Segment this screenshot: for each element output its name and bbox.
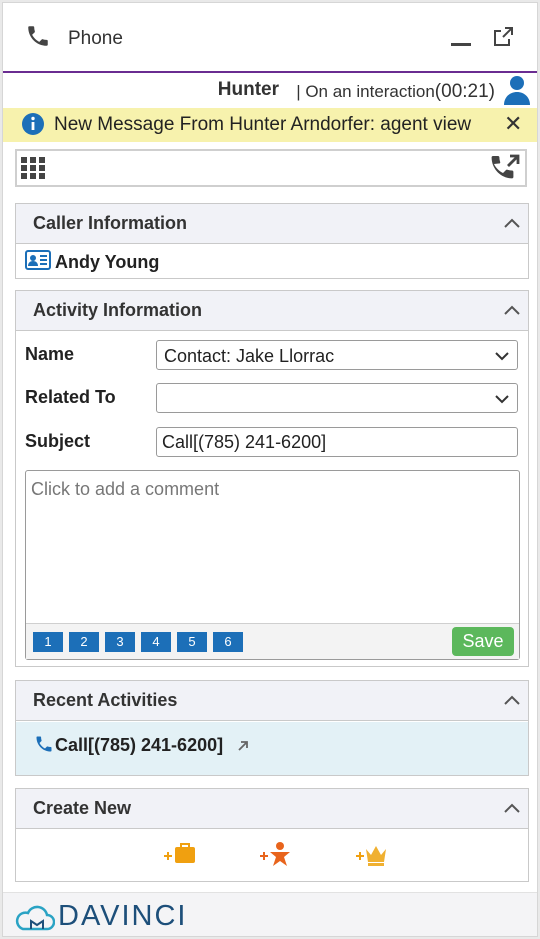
- pop-out-icon[interactable]: [491, 25, 515, 49]
- activity-information-title: Activity Information: [33, 300, 203, 320]
- transfer-call-icon[interactable]: [489, 153, 521, 183]
- caller-name[interactable]: Andy Young: [55, 252, 159, 273]
- recent-activity-label[interactable]: Call[(785) 241-6200]: [55, 735, 223, 756]
- name-select[interactable]: Contact: Jake Llorrac: [156, 340, 518, 370]
- chevron-down-icon: [495, 352, 509, 361]
- create-new-title: Create New: [33, 798, 132, 818]
- agent-status: | On an interaction(00:21): [296, 81, 495, 103]
- comment-textarea[interactable]: Click to add a comment 1 2 3 4 5 6 Save: [25, 470, 520, 660]
- caller-information-header[interactable]: Caller Information: [16, 204, 528, 244]
- title-bar: Phone: [3, 3, 537, 71]
- recent-activity-item[interactable]: Call[(785) 241-6200]: [16, 722, 528, 775]
- davinci-logo-text: DAVINCI: [58, 900, 188, 932]
- quick-comment-button-4[interactable]: 4: [141, 632, 171, 652]
- phone-icon: [28, 26, 48, 46]
- notification-message: New Message From Hunter Arndorfer: agent…: [54, 114, 472, 135]
- activity-information-header[interactable]: Activity Information: [16, 291, 528, 331]
- add-lead-icon[interactable]: [354, 841, 390, 867]
- quick-comment-button-3[interactable]: 3: [105, 632, 135, 652]
- subject-input[interactable]: Call[(785) 241-6200]: [156, 427, 518, 457]
- footer: DAVINCI: [3, 892, 537, 936]
- chevron-up-icon[interactable]: [504, 694, 520, 706]
- subject-label: Subject: [25, 431, 91, 451]
- open-link-icon[interactable]: [236, 739, 250, 753]
- create-new-header[interactable]: Create New: [16, 789, 528, 829]
- quick-comment-button-2[interactable]: 2: [69, 632, 99, 652]
- add-contact-icon[interactable]: [258, 841, 294, 867]
- davinci-cloud-logo-icon: [15, 905, 55, 931]
- caller-information-panel: Caller Information Andy Young: [15, 203, 529, 279]
- agent-status-row: Hunter | On an interaction(00:21): [3, 73, 537, 107]
- chevron-up-icon[interactable]: [504, 217, 520, 229]
- comment-placeholder: Click to add a comment: [31, 479, 220, 499]
- dialpad-icon[interactable]: [21, 157, 45, 179]
- quick-comment-button-6[interactable]: 6: [213, 632, 243, 652]
- notification-banner: New Message From Hunter Arndorfer: agent…: [3, 108, 537, 142]
- phone-widget: Phone Hunter | On an interaction(00:21) …: [2, 2, 538, 937]
- quick-comment-button-1[interactable]: 1: [33, 632, 63, 652]
- recent-activities-title: Recent Activities: [33, 690, 178, 710]
- comment-footer: 1 2 3 4 5 6 Save: [26, 623, 519, 659]
- create-new-panel: Create New: [15, 788, 529, 882]
- contact-card-icon: [25, 250, 51, 270]
- status-text: On an interaction: [305, 82, 435, 101]
- close-icon[interactable]: ✕: [504, 111, 522, 137]
- minimize-icon[interactable]: [451, 43, 471, 46]
- recent-activities-header[interactable]: Recent Activities: [16, 681, 528, 721]
- chevron-down-icon: [495, 395, 509, 404]
- save-button[interactable]: Save: [452, 627, 514, 656]
- agent-name: Hunter: [217, 79, 279, 100]
- window-title: Phone: [68, 28, 123, 49]
- related-to-label: Related To: [25, 387, 116, 407]
- activity-information-panel: Activity Information Name Contact: Jake …: [15, 290, 529, 667]
- add-case-icon[interactable]: [162, 841, 198, 867]
- call-toolbar: [15, 149, 527, 187]
- recent-activities-panel: Recent Activities Call[(785) 241-6200]: [15, 680, 529, 776]
- chevron-up-icon[interactable]: [504, 304, 520, 316]
- chevron-up-icon[interactable]: [504, 802, 520, 814]
- agent-avatar-icon[interactable]: [503, 75, 531, 105]
- status-separator: |: [296, 82, 306, 101]
- name-label: Name: [25, 344, 75, 364]
- caller-information-title: Caller Information: [33, 213, 188, 233]
- phone-icon: [36, 736, 52, 752]
- name-select-value: Contact: Jake Llorrac: [164, 346, 335, 366]
- quick-comment-button-5[interactable]: 5: [177, 632, 207, 652]
- related-to-select[interactable]: [156, 383, 518, 413]
- info-icon: [22, 113, 44, 135]
- interaction-timer: (00:21): [434, 81, 495, 102]
